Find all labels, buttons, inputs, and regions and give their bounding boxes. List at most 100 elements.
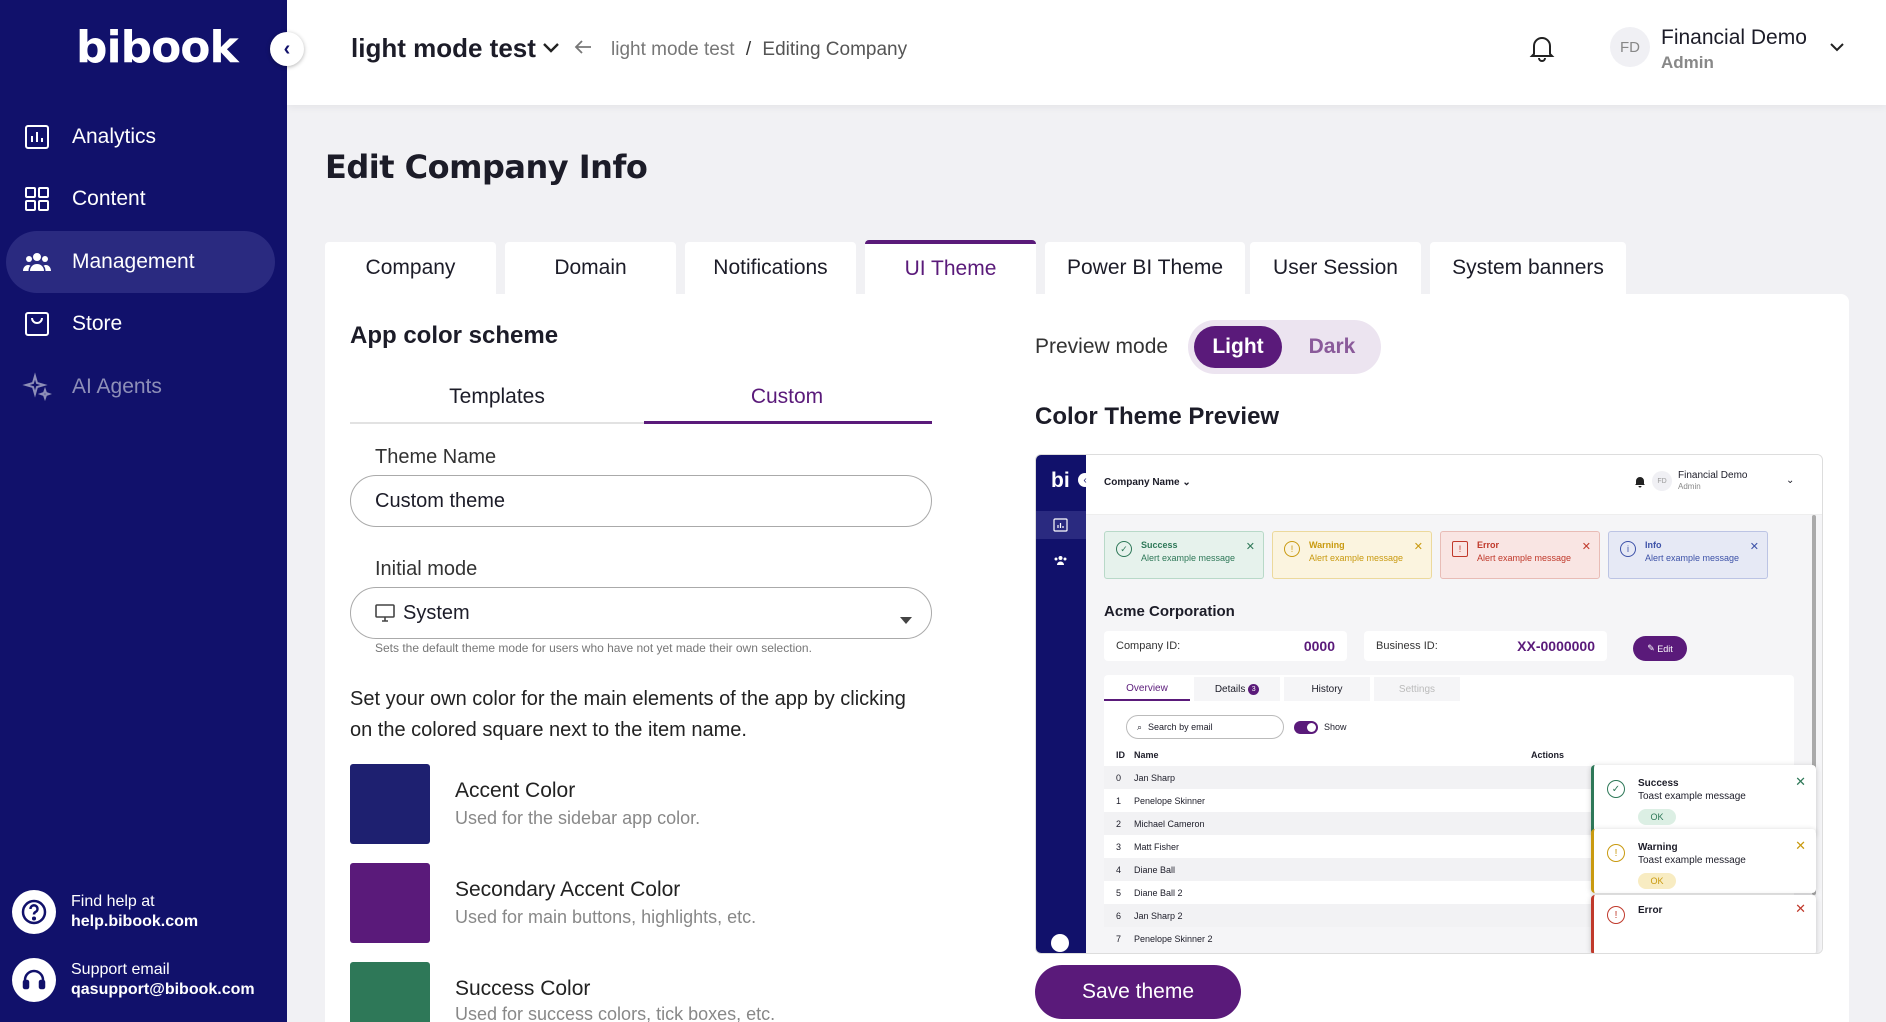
preview-analytics-icon — [1053, 518, 1068, 537]
preview-management-icon — [1053, 553, 1068, 571]
sidebar-item-label: Analytics — [72, 125, 157, 148]
subtab-custom[interactable]: Custom — [640, 385, 934, 409]
table-row: 4 Diane Ball — [1104, 858, 1604, 881]
company-title: light mode test — [351, 33, 536, 63]
ai-agents-icon — [22, 372, 52, 402]
help-link[interactable]: Find help at help.bibook.com — [12, 890, 198, 934]
tab-system-banners[interactable]: System banners — [1430, 242, 1626, 294]
check-icon: ✓ — [1607, 780, 1625, 798]
close-icon: ✕ — [1413, 541, 1423, 553]
sidebar-item-content[interactable]: Content — [6, 168, 275, 230]
management-icon — [23, 253, 51, 271]
warning-icon: ! — [1607, 844, 1625, 862]
top-header: light mode test light mode test / Editin… — [287, 0, 1886, 105]
sidebar-item-label: Management — [72, 250, 195, 273]
accent-color-swatch[interactable] — [350, 764, 430, 844]
subtab-templates[interactable]: Templates — [350, 385, 644, 409]
support-link[interactable]: Support email qasupport@bibook.com — [12, 958, 255, 1002]
page-title: Edit Company Info — [325, 148, 648, 186]
breadcrumb: light mode test / Editing Company — [611, 39, 908, 60]
breadcrumb-root[interactable]: light mode test — [611, 39, 735, 60]
tab-ui-theme[interactable]: UI Theme — [865, 240, 1036, 294]
dropdown-caret-icon — [899, 608, 913, 631]
secondary-accent-color-desc: Used for main buttons, highlights, etc. — [455, 907, 757, 927]
secondary-accent-color-swatch[interactable] — [350, 863, 430, 943]
preview-table-header: ID Name Actions — [1116, 749, 1564, 760]
preview-tab-overview: Overview — [1104, 677, 1190, 701]
collapse-sidebar-button[interactable]: ‹ — [270, 32, 304, 66]
preview-tab-details: Details 3 — [1194, 677, 1280, 701]
preview-tab-history: History — [1284, 677, 1370, 701]
avatar[interactable]: FD — [1610, 27, 1650, 67]
theme-name-value: Custom theme — [375, 489, 506, 512]
preview-dark-button[interactable]: Dark — [1288, 326, 1376, 368]
preview-sidebar: bi — [1036, 455, 1086, 953]
success-color-swatch[interactable] — [350, 962, 430, 1022]
store-icon — [25, 312, 49, 336]
initial-mode-select[interactable]: System — [350, 587, 932, 639]
preview-help-icon — [1051, 934, 1069, 952]
sidebar-item-analytics[interactable]: Analytics — [6, 106, 275, 168]
sidebar-item-label: Content — [72, 187, 146, 210]
tab-domain[interactable]: Domain — [505, 242, 676, 294]
tab-power-bi-theme[interactable]: Power BI Theme — [1045, 242, 1245, 294]
theme-name-input[interactable]: Custom theme — [350, 475, 932, 527]
tab-company[interactable]: Company — [325, 242, 496, 294]
user-menu-chevron-icon[interactable] — [1829, 36, 1845, 57]
theme-preview-window: bi ‹ Company Name ⌄ FD Financial Demo Ad… — [1035, 454, 1823, 954]
preview-toast-success: ✓ Success Toast example message OK ✕ — [1591, 765, 1816, 835]
sidebar: bibook Analytics Content Management Stor… — [0, 0, 287, 1022]
close-icon: ✕ — [1581, 541, 1591, 553]
support-email: qasupport@bibook.com — [71, 981, 255, 998]
tab-user-session[interactable]: User Session — [1250, 242, 1421, 294]
sidebar-item-management[interactable]: Management — [6, 231, 275, 293]
search-icon: ⌕ — [1137, 721, 1143, 732]
preview-mode-toggle: Light Dark — [1188, 320, 1381, 374]
table-row: 3 Matt Fisher — [1116, 841, 1180, 852]
table-row: 7 Penelope Skinner 2 — [1116, 933, 1213, 944]
analytics-icon — [25, 125, 49, 149]
preview-collapse-icon: ‹ — [1078, 473, 1092, 487]
preview-business-id-box: Business ID: XX-0000000 — [1364, 631, 1607, 661]
close-icon: ✕ — [1245, 541, 1255, 553]
sidebar-item-label: Store — [72, 312, 123, 335]
preview-avatar: FD — [1652, 471, 1672, 491]
help-url: help.bibook.com — [71, 913, 199, 930]
user-role: Admin — [1661, 53, 1714, 72]
chevron-left-icon: ‹ — [283, 37, 291, 60]
custom-color-description: Set your own color for the main elements… — [350, 688, 906, 741]
sidebar-item-ai-agents[interactable]: AI Agents — [6, 356, 275, 418]
back-arrow-icon[interactable] — [574, 35, 592, 61]
table-row: 0 Jan Sharp — [1104, 766, 1604, 789]
help-icon — [12, 890, 56, 934]
table-row: 2 Michael Cameron — [1104, 812, 1604, 835]
close-icon: ✕ — [1795, 774, 1806, 789]
headset-icon — [12, 958, 56, 1002]
preview-bell-icon — [1634, 475, 1646, 493]
table-row: 6 Jan Sharp 2 — [1104, 904, 1604, 927]
tab-notifications[interactable]: Notifications — [685, 242, 856, 294]
company-dropdown-chevron-icon[interactable] — [542, 38, 560, 59]
preview-company-id-box: Company ID: 0000 — [1104, 631, 1347, 661]
support-label: Support email — [71, 961, 170, 978]
table-row: 5 Diane Ball 2 — [1116, 887, 1183, 898]
logo: bibook — [76, 22, 239, 73]
preview-alert-warning: ! Warning Alert example message ✕ — [1272, 531, 1432, 579]
app-color-scheme-heading: App color scheme — [350, 322, 559, 349]
preview-company-name: Company Name ⌄ — [1104, 477, 1191, 488]
error-icon: ! — [1607, 906, 1625, 924]
info-icon: i — [1620, 541, 1636, 557]
preview-search-input: ⌕ Search by email — [1126, 715, 1284, 739]
content-icon — [25, 187, 49, 211]
preview-light-button[interactable]: Light — [1194, 326, 1282, 368]
sidebar-item-store[interactable]: Store — [6, 293, 275, 355]
preview-edit-button: ✎ Edit — [1633, 636, 1687, 661]
close-icon: ✕ — [1749, 541, 1759, 553]
success-color-desc: Used for success colors, tick boxes, etc… — [455, 1004, 776, 1022]
warning-icon: ! — [1284, 541, 1300, 557]
preview-chevron-icon: ⌄ — [1786, 475, 1795, 486]
save-theme-button[interactable]: Save theme — [1035, 965, 1241, 1019]
preview-mode-label: Preview mode — [1035, 335, 1169, 358]
bell-icon[interactable] — [1529, 34, 1555, 67]
breadcrumb-current: Editing Company — [762, 39, 908, 60]
